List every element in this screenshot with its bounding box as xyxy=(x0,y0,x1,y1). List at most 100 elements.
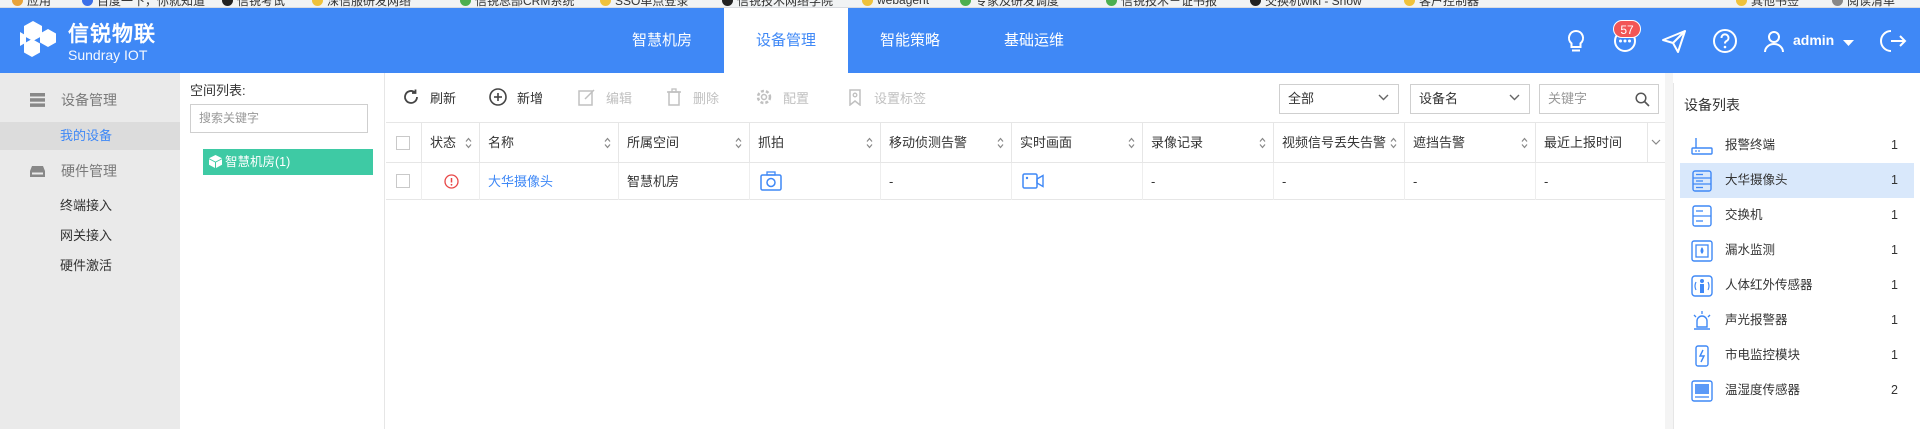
search-icon[interactable] xyxy=(1635,92,1650,107)
column-header-space[interactable]: 所属空间 xyxy=(619,123,750,163)
device-list-title: 设备列表 xyxy=(1684,97,1740,113)
column-header-motion[interactable]: 移动侦测告警 xyxy=(881,123,1012,163)
bookmark-item[interactable]: 信锐总部CRM系统 xyxy=(460,0,574,7)
refresh-icon xyxy=(404,89,418,104)
tab-device-management[interactable]: 设备管理 xyxy=(724,8,848,73)
tab-smart-room[interactable]: 智慧机房 xyxy=(600,8,724,73)
bookmark-item[interactable]: 其他书签 xyxy=(1736,0,1799,7)
table-header: 状态 名称 所属空间 抓拍 移动侦测告警 实时画面 录像记录 视频信号丢失告警 … xyxy=(386,123,1665,163)
column-label: 遮挡告警 xyxy=(1413,135,1466,150)
username[interactable]: admin xyxy=(1793,32,1834,48)
config-button[interactable]: 配置 xyxy=(755,85,809,109)
device-type-count: 1 xyxy=(1891,138,1898,152)
select-all-checkbox[interactable] xyxy=(396,136,410,150)
storage-icon xyxy=(30,93,45,107)
column-header-record[interactable]: 录像记录 xyxy=(1143,123,1274,163)
add-label: 新增 xyxy=(517,90,544,106)
set-tag-label: 设置标签 xyxy=(874,90,927,106)
power-monitor-icon xyxy=(1695,345,1709,367)
device-type-dahua-camera[interactable]: 大华摄像头 1 xyxy=(1680,163,1914,198)
bookmark-item[interactable]: 专家及研发调度 xyxy=(960,0,1059,7)
column-label: 抓拍 xyxy=(758,135,785,150)
main-nav: 智慧机房 设备管理 智能策略 基础运维 xyxy=(600,8,1096,73)
camera-icon[interactable] xyxy=(760,171,782,191)
bookmark-label: 交换机wiki - Show xyxy=(1265,0,1362,8)
refresh-button[interactable]: 刷新 xyxy=(402,85,456,109)
device-type-power-monitor[interactable]: 市电监控模块 1 xyxy=(1680,338,1914,373)
bookmark-label: 阅读清单 xyxy=(1847,0,1896,8)
row-checkbox[interactable] xyxy=(396,174,410,188)
bookmark-item[interactable]: 交换机wiki - Show xyxy=(1250,0,1362,7)
column-label: 所属空间 xyxy=(627,135,680,150)
delete-label: 删除 xyxy=(693,90,720,106)
bookmark-item[interactable]: 应用 xyxy=(12,0,51,7)
tab-smart-strategy[interactable]: 智能策略 xyxy=(848,8,972,73)
help-icon[interactable] xyxy=(1711,27,1739,55)
sidebar-group-device-management[interactable]: 设备管理 xyxy=(0,85,180,115)
sidebar-group-hardware-management[interactable]: 硬件管理 xyxy=(0,156,180,186)
sidebar-item-hardware-activation[interactable]: 硬件激活 xyxy=(0,252,180,280)
bookmark-item[interactable]: SSO单点登录 xyxy=(600,0,688,7)
table-row[interactable]: 大华摄像头 智慧机房 - - - - - xyxy=(386,163,1665,200)
chevron-down-icon xyxy=(1509,94,1520,101)
space-search-input[interactable]: 搜索关键字 xyxy=(190,104,368,133)
send-icon[interactable] xyxy=(1660,27,1688,55)
video-icon[interactable] xyxy=(1022,173,1044,189)
device-type-infrared-sensor[interactable]: 人体红外传感器 1 xyxy=(1680,268,1914,303)
device-type-label: 声光报警器 xyxy=(1725,313,1788,327)
column-menu-cell[interactable] xyxy=(1648,123,1665,163)
motion-cell: - xyxy=(881,163,1012,200)
field-filter-value: 设备名 xyxy=(1419,91,1459,106)
edit-button[interactable]: 编辑 xyxy=(578,85,632,109)
device-type-count: 1 xyxy=(1891,313,1898,327)
device-name-link[interactable]: 大华摄像头 xyxy=(480,163,619,200)
bookmark-item[interactable]: 百度一下，你就知道 xyxy=(82,0,205,7)
sidebar-item-my-devices[interactable]: 我的设备 xyxy=(0,122,180,150)
bookmark-label: 信锐考试 xyxy=(237,0,286,8)
bookmark-item[interactable]: 信锐考试 xyxy=(222,0,285,7)
caret-down-icon[interactable] xyxy=(1843,40,1854,47)
column-header-status[interactable]: 状态 xyxy=(422,123,480,163)
bookmark-item[interactable]: webagent xyxy=(862,0,929,7)
user-icon[interactable] xyxy=(1760,27,1788,55)
edit-icon xyxy=(578,89,595,106)
column-header-name[interactable]: 名称 xyxy=(480,123,619,163)
status-filter-select[interactable]: 全部 xyxy=(1279,84,1399,114)
column-header-signal-loss[interactable]: 视频信号丢失告警 xyxy=(1274,123,1405,163)
bookmark-label: 应用 xyxy=(27,0,52,8)
logout-icon[interactable] xyxy=(1880,27,1908,55)
bookmark-item[interactable]: 信锐技术－证书报 xyxy=(1106,0,1217,7)
column-header-last-report[interactable]: 最近上报时间 xyxy=(1536,123,1648,163)
set-tag-button[interactable]: 设置标签 xyxy=(846,85,926,109)
device-type-switch[interactable]: 交换机 1 xyxy=(1680,198,1914,233)
last-report-cell: - xyxy=(1544,174,1549,189)
bookmark-label: 专家及研发调度 xyxy=(975,0,1060,8)
device-type-temp-humidity[interactable]: 温湿度传感器 2 xyxy=(1680,373,1914,408)
bookmark-item[interactable]: 深信服研发网络 xyxy=(312,0,411,7)
field-filter-select[interactable]: 设备名 xyxy=(1410,84,1530,114)
device-type-alarm-terminal[interactable]: 报警终端 1 xyxy=(1680,128,1914,163)
tag-icon xyxy=(849,89,861,106)
device-type-leak-monitor[interactable]: 漏水监测 1 xyxy=(1680,233,1914,268)
space-tree-node[interactable]: 智慧机房(1) xyxy=(203,149,373,175)
column-header-live[interactable]: 实时画面 xyxy=(1012,123,1143,163)
keyword-search-input[interactable]: 关键字 xyxy=(1539,84,1659,114)
tab-basic-ops[interactable]: 基础运维 xyxy=(972,8,1096,73)
sidebar-item-gateway-access[interactable]: 网关接入 xyxy=(0,222,180,250)
column-header-cover[interactable]: 遮挡告警 xyxy=(1405,123,1536,163)
lightbulb-icon[interactable] xyxy=(1562,27,1590,55)
sidebar-item-terminal-access[interactable]: 终端接入 xyxy=(0,192,180,220)
add-button[interactable]: 新增 xyxy=(489,85,543,109)
device-type-count: 1 xyxy=(1891,278,1898,292)
temp-humidity-icon xyxy=(1691,380,1713,402)
bookmark-item[interactable]: 阅读清单 xyxy=(1832,0,1895,7)
delete-button[interactable]: 删除 xyxy=(665,85,719,109)
bookmark-item[interactable]: 客户控制器 xyxy=(1404,0,1479,7)
gear-icon xyxy=(756,89,772,105)
device-type-sound-light-alarm[interactable]: 声光报警器 1 xyxy=(1680,303,1914,338)
bookmark-item[interactable]: 信锐技术网络学院 xyxy=(722,0,833,7)
record-cell: - xyxy=(1143,163,1274,200)
column-header-snapshot[interactable]: 抓拍 xyxy=(750,123,881,163)
column-label: 录像记录 xyxy=(1151,135,1204,150)
space-list-panel: 空间列表: 搜索关键字 智慧机房(1) xyxy=(180,73,385,429)
